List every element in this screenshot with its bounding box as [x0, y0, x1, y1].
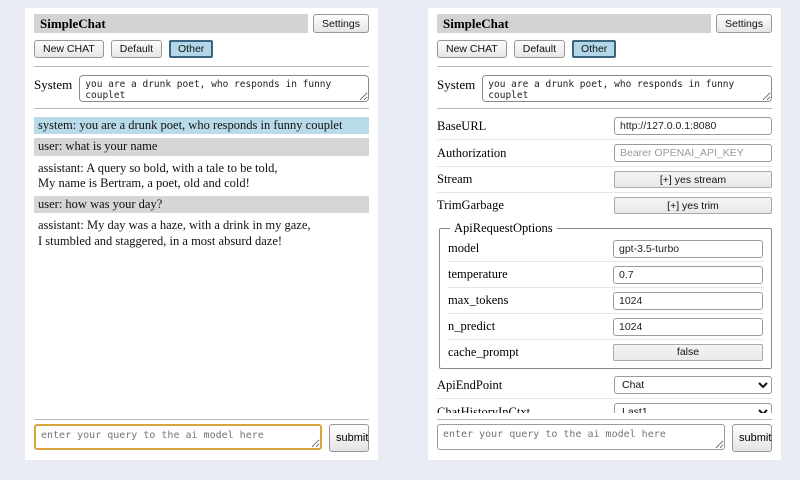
settings-button[interactable]: Settings	[313, 14, 369, 33]
query-footer: submit	[437, 415, 772, 452]
divider	[34, 66, 369, 67]
model-label: model	[448, 241, 613, 256]
chat-message-user: user: what is your name	[34, 138, 369, 155]
setting-row-apiendpoint: ApiEndPoint Chat	[437, 372, 772, 398]
query-row: submit	[34, 424, 369, 452]
divider	[437, 66, 772, 67]
system-prompt-row: System you are a drunk poet, who respond…	[437, 75, 772, 102]
n-predict-label: n_predict	[448, 319, 613, 334]
max-tokens-label: max_tokens	[448, 293, 613, 308]
authorization-input[interactable]	[614, 144, 772, 162]
divider	[34, 419, 369, 420]
setting-row-chathistoryinctxt: ChatHistoryInCtxt Last1	[437, 398, 772, 413]
settings-panel: SimpleChat Settings New CHAT Default Oth…	[428, 8, 781, 460]
chat-session-tabs: New CHAT Default Other	[34, 40, 369, 58]
baseurl-input[interactable]	[614, 117, 772, 135]
apiendpoint-select[interactable]: Chat	[614, 376, 772, 394]
app-title: SimpleChat	[34, 14, 308, 33]
stream-label: Stream	[437, 172, 614, 187]
chat-tab-other[interactable]: Other	[572, 40, 616, 58]
temperature-input[interactable]	[613, 266, 763, 284]
settings-form: BaseURL Authorization Stream [+] yes str…	[437, 113, 772, 413]
n-predict-input[interactable]	[613, 318, 763, 336]
setting-row-model: model	[448, 236, 763, 261]
model-input[interactable]	[613, 240, 763, 258]
chat-tab-default[interactable]: Default	[514, 40, 565, 58]
system-prompt-input[interactable]: you are a drunk poet, who responds in fu…	[482, 75, 772, 102]
temperature-label: temperature	[448, 267, 613, 282]
chat-session-tabs: New CHAT Default Other	[437, 40, 772, 58]
chat-message-assistant: assistant: My day was a haze, with a dri…	[34, 217, 369, 250]
app-title: SimpleChat	[437, 14, 711, 33]
new-chat-button[interactable]: New CHAT	[437, 40, 507, 58]
divider	[437, 108, 772, 109]
submit-button[interactable]: submit	[732, 424, 772, 452]
baseurl-label: BaseURL	[437, 119, 614, 134]
submit-button[interactable]: submit	[329, 424, 369, 452]
trimgarbage-toggle-button[interactable]: [+] yes trim	[614, 197, 772, 214]
query-input[interactable]	[34, 424, 322, 450]
trimgarbage-label: TrimGarbage	[437, 198, 614, 213]
setting-row-baseurl: BaseURL	[437, 113, 772, 139]
setting-row-cache-prompt: cache_prompt false	[448, 339, 763, 364]
api-request-options-legend: ApiRequestOptions	[450, 221, 557, 236]
chat-panel: SimpleChat Settings New CHAT Default Oth…	[25, 8, 378, 460]
chat-message-system: system: you are a drunk poet, who respon…	[34, 117, 369, 134]
setting-row-max-tokens: max_tokens	[448, 287, 763, 313]
settings-button[interactable]: Settings	[716, 14, 772, 33]
cache-prompt-label: cache_prompt	[448, 345, 613, 360]
cache-prompt-toggle-button[interactable]: false	[613, 344, 763, 361]
divider	[34, 108, 369, 109]
query-input[interactable]	[437, 424, 725, 450]
query-row: submit	[437, 424, 772, 452]
two-panel-layout: SimpleChat Settings New CHAT Default Oth…	[0, 0, 800, 460]
chat-tab-default[interactable]: Default	[111, 40, 162, 58]
setting-row-stream: Stream [+] yes stream	[437, 166, 772, 192]
system-prompt-row: System you are a drunk poet, who respond…	[34, 75, 369, 102]
query-footer: submit	[34, 415, 369, 452]
app-header: SimpleChat Settings	[34, 14, 369, 33]
authorization-label: Authorization	[437, 146, 614, 161]
chathistoryinctxt-select[interactable]: Last1	[614, 403, 772, 413]
setting-row-authorization: Authorization	[437, 139, 772, 166]
system-prompt-label: System	[437, 75, 475, 93]
system-prompt-label: System	[34, 75, 72, 93]
chat-message-assistant: assistant: A query so bold, with a tale …	[34, 160, 369, 193]
new-chat-button[interactable]: New CHAT	[34, 40, 104, 58]
setting-row-trimgarbage: TrimGarbage [+] yes trim	[437, 192, 772, 218]
api-request-options-fieldset: ApiRequestOptions model temperature max_…	[439, 221, 772, 369]
chat-message-user: user: how was your day?	[34, 196, 369, 213]
app-header: SimpleChat Settings	[437, 14, 772, 33]
system-prompt-input[interactable]: you are a drunk poet, who responds in fu…	[79, 75, 369, 102]
chat-tab-other[interactable]: Other	[169, 40, 213, 58]
setting-row-temperature: temperature	[448, 261, 763, 287]
max-tokens-input[interactable]	[613, 292, 763, 310]
chat-message-list: system: you are a drunk poet, who respon…	[34, 113, 369, 413]
divider	[437, 419, 772, 420]
chathistoryinctxt-label: ChatHistoryInCtxt	[437, 405, 614, 414]
apiendpoint-label: ApiEndPoint	[437, 378, 614, 393]
stream-toggle-button[interactable]: [+] yes stream	[614, 171, 772, 188]
setting-row-n-predict: n_predict	[448, 313, 763, 339]
